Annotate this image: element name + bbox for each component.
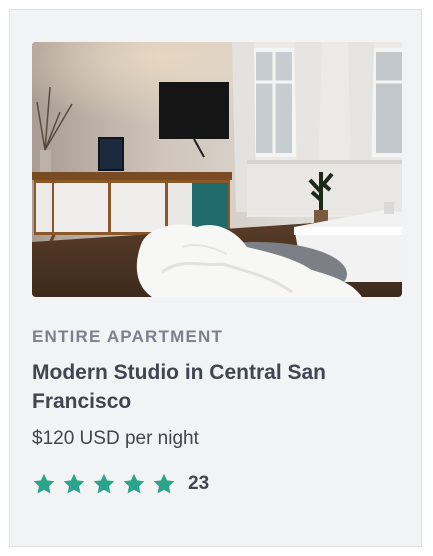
- listing-title[interactable]: Modern Studio in Central San Francisco: [32, 358, 392, 416]
- star-icon: [62, 472, 86, 496]
- listing-photo[interactable]: [32, 42, 402, 297]
- star-icon: [152, 472, 176, 496]
- review-count: 23: [188, 473, 210, 494]
- apartment-photo-illustration: [32, 42, 402, 297]
- listing-type-label: ENTIRE APARTMENT: [32, 327, 224, 346]
- star-icon: [32, 472, 56, 496]
- listing-price: $120 USD per night: [32, 428, 199, 449]
- listing-card[interactable]: ENTIRE APARTMENT Modern Studio in Centra…: [9, 9, 422, 547]
- listing-rating: 23: [32, 471, 209, 497]
- star-icon: [122, 472, 146, 496]
- star-icon: [92, 472, 116, 496]
